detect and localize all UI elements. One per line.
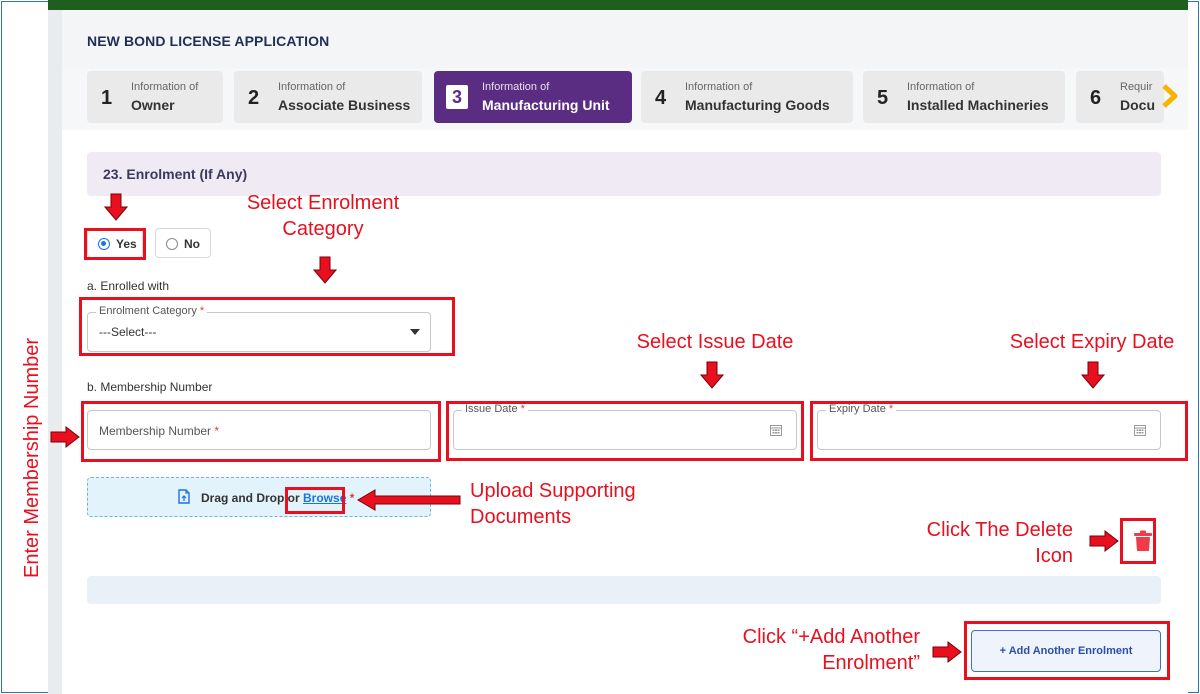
annotation-select-category: Select Enrolment Category — [246, 192, 400, 240]
radio-unselected-icon — [166, 238, 178, 250]
red-arrow-icon — [1089, 530, 1119, 552]
highlight-delete — [1120, 518, 1156, 564]
highlight-category — [79, 297, 455, 356]
step-number: 5 — [877, 87, 889, 109]
annotation-membership-text: Enter Membership Number — [21, 338, 43, 578]
radio-no[interactable]: No — [155, 228, 211, 258]
step-documents[interactable]: 6 Requir Docu — [1076, 71, 1164, 123]
step-number: 3 — [446, 85, 468, 109]
step-title: Owner — [131, 97, 175, 113]
highlight-issue-date — [446, 401, 804, 461]
highlight-membership — [81, 401, 441, 462]
step-title: Manufacturing Unit — [482, 97, 610, 113]
step-title: Docu — [1120, 97, 1155, 113]
step-manufacturing-unit[interactable]: 3 Information of Manufacturing Unit — [434, 71, 632, 123]
step-caption: Information of — [482, 81, 550, 93]
step-manufacturing-goods[interactable]: 4 Information of Manufacturing Goods — [641, 71, 853, 123]
annotation-issue-date: Select Issue Date — [636, 331, 794, 353]
red-arrow-icon — [313, 256, 337, 284]
step-caption: Information of — [907, 81, 975, 93]
enrolled-with-label: a. Enrolled with — [87, 279, 170, 293]
step-caption: Information of — [685, 81, 753, 93]
step-number: 6 — [1090, 87, 1102, 109]
step-caption: Information of — [131, 81, 199, 93]
step-owner[interactable]: 1 Information of Owner — [87, 71, 223, 123]
step-installed-machineries[interactable]: 5 Information of Installed Machineries — [863, 71, 1065, 123]
red-arrow-icon — [1081, 361, 1105, 389]
page-title: NEW BOND LICENSE APPLICATION — [87, 33, 330, 49]
red-arrow-icon — [932, 641, 962, 663]
membership-number-label: b. Membership Number — [87, 380, 213, 394]
annotation-delete: Click The Delete Icon — [926, 519, 1073, 567]
enrolment-footer-bar — [87, 576, 1161, 604]
step-number: 4 — [655, 87, 667, 109]
top-bar — [48, 0, 1188, 10]
highlight-expiry-date — [810, 401, 1188, 461]
step-title: Associate Business — [278, 97, 411, 113]
annotation-upload: Upload Supporting Documents — [470, 480, 636, 528]
step-title: Manufacturing Goods — [685, 97, 830, 113]
annotation-add-another: Click “+Add Another Enrolment” — [742, 626, 920, 674]
highlight-add-button — [964, 621, 1170, 680]
highlight-browse — [285, 487, 345, 514]
left-gutter — [48, 10, 62, 694]
step-number: 2 — [248, 87, 260, 109]
chevron-right-icon[interactable] — [1160, 84, 1180, 108]
red-arrow-icon — [700, 361, 724, 389]
red-arrow-icon — [104, 193, 128, 221]
step-title: Installed Machineries — [907, 97, 1049, 113]
step-caption: Requir — [1120, 81, 1153, 93]
step-caption: Information of — [278, 81, 346, 93]
step-associate-business[interactable]: 2 Information of Associate Business — [234, 71, 422, 123]
highlight-yes — [84, 228, 146, 260]
annotation-membership-vertical: Enter Membership Number — [21, 338, 43, 578]
red-arrow-icon — [50, 426, 80, 448]
step-number: 1 — [101, 87, 113, 109]
radio-no-label: No — [184, 237, 200, 251]
annotation-expiry-date: Select Expiry Date — [1009, 331, 1175, 353]
upload-file-icon — [178, 489, 190, 504]
section-title: 23. Enrolment (If Any) — [103, 166, 248, 182]
red-arrow-icon — [357, 489, 461, 511]
